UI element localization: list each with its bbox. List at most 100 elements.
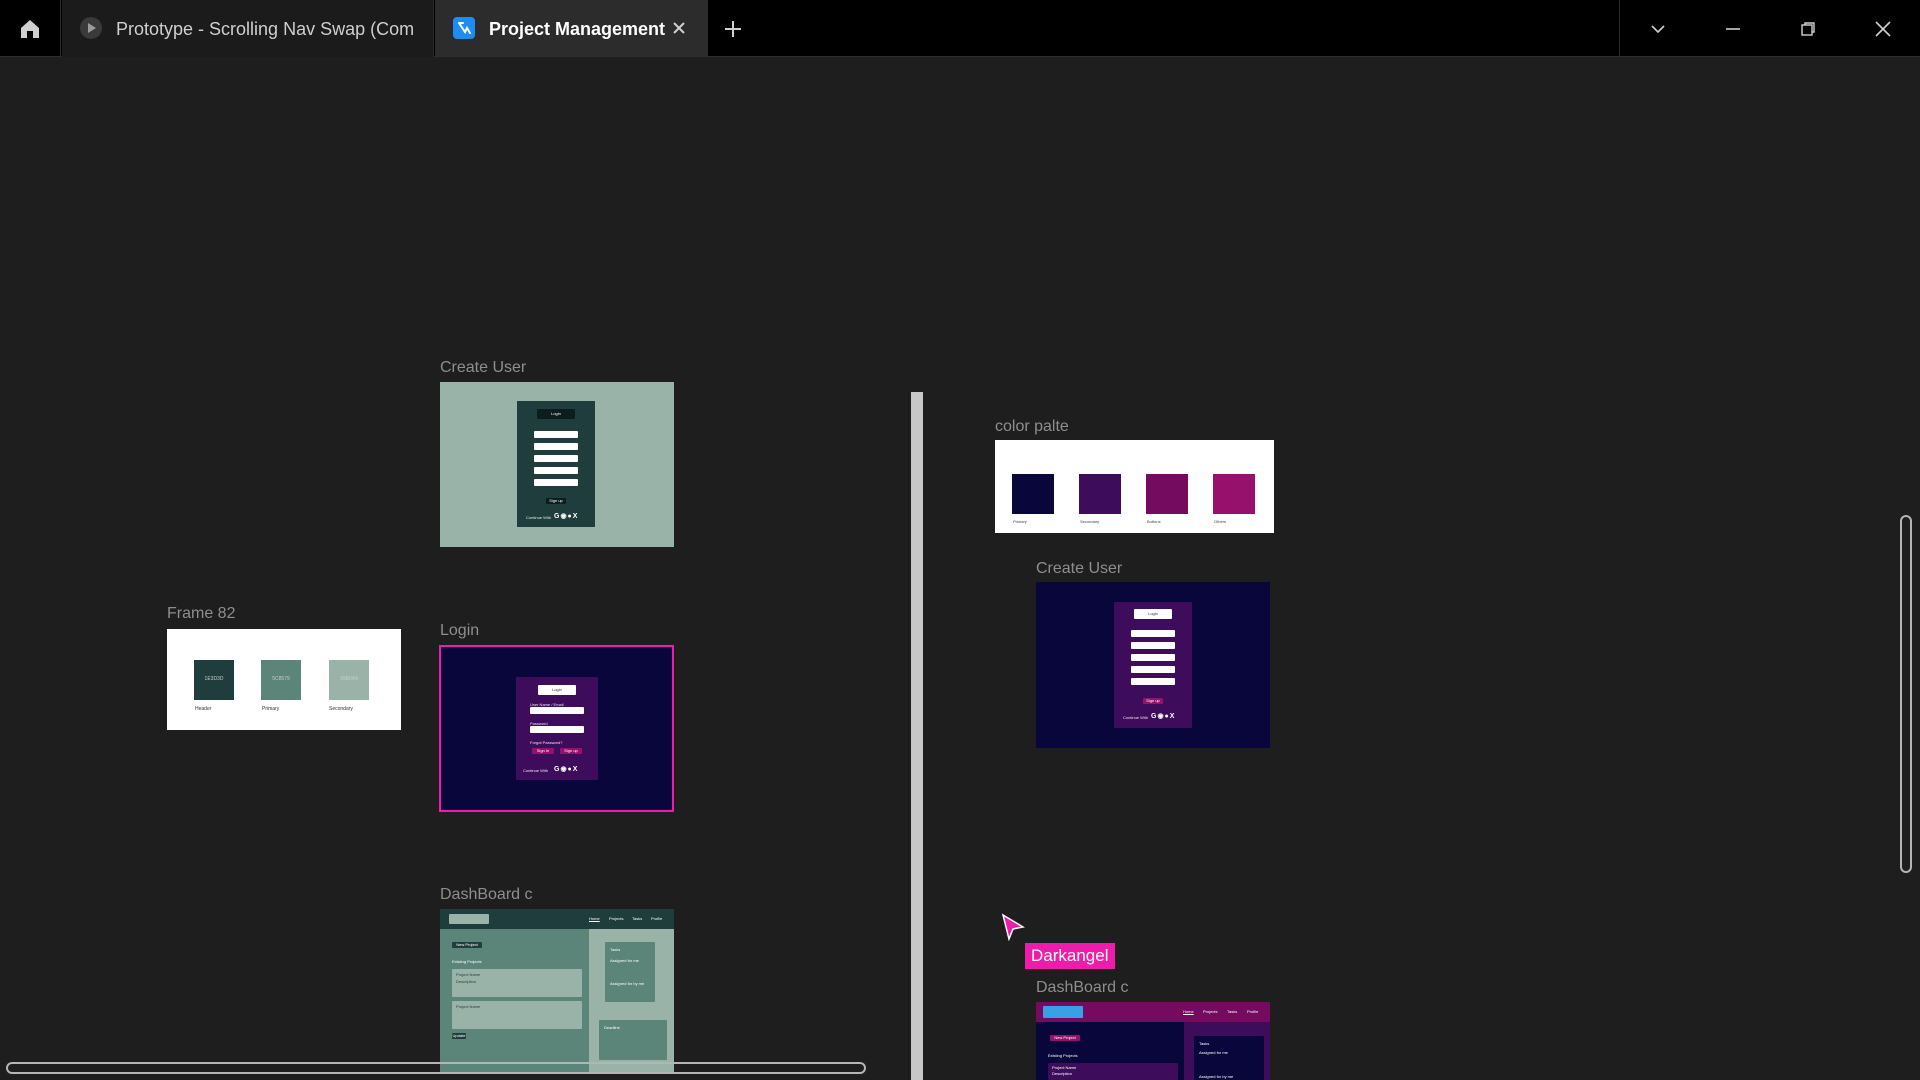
- nav-item: Home: [1183, 1009, 1194, 1014]
- swatch-name: Secondary: [329, 706, 353, 712]
- frame-label[interactable]: DashBoard c: [1036, 979, 1129, 997]
- minimize-icon: [1725, 27, 1740, 30]
- field: [534, 479, 578, 486]
- frame-create-user-green[interactable]: Login Sign up Continue With G◉●X: [440, 382, 674, 547]
- continue-text: Continue With: [1123, 715, 1149, 720]
- dash-navbar: Home Projects Tasks Profile: [440, 909, 674, 929]
- form-title: Login: [537, 409, 575, 419]
- frame-label[interactable]: DashBoard c: [440, 886, 533, 904]
- tasks-title: Tasks: [1199, 1041, 1210, 1046]
- close-window-button[interactable]: [1845, 0, 1920, 57]
- assigned-me: Assigned for me: [1199, 1050, 1228, 1055]
- field: [1131, 630, 1175, 637]
- home-button[interactable]: [0, 0, 61, 57]
- tab-project-management[interactable]: Project Management: [435, 0, 708, 57]
- form-panel: Login User Name / Email Password Forgot …: [516, 677, 598, 780]
- horizontal-scrollbar[interactable]: [6, 1062, 866, 1074]
- design-canvas[interactable]: [0, 58, 1920, 1080]
- assigned-me: Assigned for me: [610, 958, 639, 963]
- deadline-title: Deadline: [604, 1025, 620, 1030]
- tabs-dropdown-button[interactable]: [1620, 0, 1695, 57]
- tab-label: Project Management: [489, 19, 666, 39]
- signin-button: Sign In: [532, 748, 554, 754]
- swatch-hex: 1E3D3D: [204, 676, 224, 682]
- social-icons: G◉●X: [554, 766, 579, 773]
- forgot-link: Forgot Password?: [530, 740, 563, 745]
- form-title: Login: [1134, 609, 1172, 619]
- signup-button: Sign up: [546, 498, 566, 504]
- field: [530, 726, 584, 733]
- field: [534, 455, 578, 462]
- palette-name: Buttons: [1147, 519, 1161, 524]
- frame-dashboard-dark[interactable]: Home Projects Tasks Profile New Project …: [1036, 1002, 1270, 1080]
- restore-icon: [1800, 21, 1815, 36]
- project-name: Project Name: [456, 972, 481, 977]
- tab-prototype[interactable]: Prototype - Scrolling Nav Swap (Com: [62, 0, 434, 57]
- chevron-down-icon: [1650, 24, 1665, 33]
- canvas-section-divider: [911, 392, 923, 1080]
- frame-dashboard-green[interactable]: Home Projects Tasks Profile New Project …: [440, 909, 674, 1074]
- nav-item: Profile: [1247, 1009, 1259, 1014]
- swatch-name: Primary: [262, 706, 280, 712]
- project-desc: Description: [1052, 1071, 1073, 1076]
- tab-label: Prototype - Scrolling Nav Swap (Com: [116, 19, 415, 39]
- field: [1131, 654, 1175, 661]
- signup-button: Sign up: [1143, 698, 1163, 704]
- title-bar: Prototype - Scrolling Nav Swap (Com Proj…: [0, 0, 1920, 57]
- palette-swatch-primary: [1012, 474, 1054, 514]
- palette-swatch-secondary: [1079, 474, 1121, 514]
- dash-logo: [1043, 1006, 1083, 1018]
- field: [534, 467, 578, 474]
- collaborator-cursor-icon: [1001, 913, 1025, 941]
- palette-name: Others: [1214, 519, 1227, 524]
- close-icon: [1874, 20, 1891, 37]
- field: [534, 443, 578, 450]
- frame-label[interactable]: Frame 82: [167, 605, 235, 623]
- swatch-hex: 5C8579: [272, 676, 290, 682]
- frame-82[interactable]: 1E3D3D Header 5C8579 Primary 99B0A4 Seco…: [167, 629, 401, 730]
- new-tab-icon[interactable]: [721, 17, 745, 41]
- figma-file-icon: [453, 17, 475, 39]
- vertical-scrollbar[interactable]: [1900, 515, 1912, 873]
- play-icon: [80, 17, 102, 39]
- update-button: Update: [452, 1033, 466, 1039]
- continue-text: Continue With: [523, 768, 549, 773]
- palette-name: Secondary: [1080, 519, 1100, 524]
- frame-login-selected[interactable]: Login User Name / Email Password Forgot …: [439, 645, 674, 812]
- restore-button[interactable]: [1770, 0, 1845, 57]
- nav-item: Projects: [609, 916, 624, 921]
- frame-color-palette[interactable]: Primary Secondary Buttons Others: [995, 440, 1274, 533]
- minimize-button[interactable]: [1695, 0, 1770, 57]
- form-title: Login: [538, 685, 576, 695]
- social-icons: G◉●X: [554, 513, 579, 520]
- nav-item: Tasks: [1227, 1009, 1238, 1014]
- frame-label[interactable]: color palte: [995, 418, 1069, 436]
- swatch-hex: 99B0A4: [340, 676, 358, 682]
- social-icons: G◉●X: [1151, 713, 1176, 720]
- continue-text: Continue With: [526, 515, 552, 520]
- signup-button: Sign up: [560, 748, 582, 754]
- palette-name: Primary: [1013, 519, 1027, 524]
- assigned-by-me: Assigned for by me: [610, 981, 645, 986]
- project-name: Project Name: [1052, 1065, 1077, 1070]
- frame-label[interactable]: Create User: [440, 359, 526, 377]
- new-project-button: New Project: [452, 942, 482, 948]
- dash-navbar: Home Projects Tasks Profile: [1036, 1002, 1270, 1022]
- palette-swatch-buttons: [1146, 474, 1188, 514]
- assigned-by-me: Assigned for by me: [1199, 1074, 1234, 1079]
- existing-projects: Existing Projects: [452, 959, 482, 964]
- field: [1131, 666, 1175, 673]
- form-panel: Login Sign up Continue With G◉●X: [1114, 602, 1192, 728]
- home-icon: [21, 19, 39, 38]
- field: [1131, 642, 1175, 649]
- field: [534, 431, 578, 438]
- collaborator-name-tag: Darkangel: [1025, 943, 1115, 969]
- close-tab-icon[interactable]: [670, 19, 688, 37]
- existing-projects: Existing Projects: [1048, 1053, 1078, 1058]
- project-desc: Description: [456, 979, 477, 984]
- swatch-name: Header: [195, 706, 212, 712]
- frame-create-user-dark[interactable]: Login Sign up Continue With G◉●X: [1036, 582, 1270, 748]
- project-name: Project Name: [456, 1004, 481, 1009]
- frame-label[interactable]: Login: [440, 622, 479, 640]
- frame-label[interactable]: Create User: [1036, 560, 1122, 578]
